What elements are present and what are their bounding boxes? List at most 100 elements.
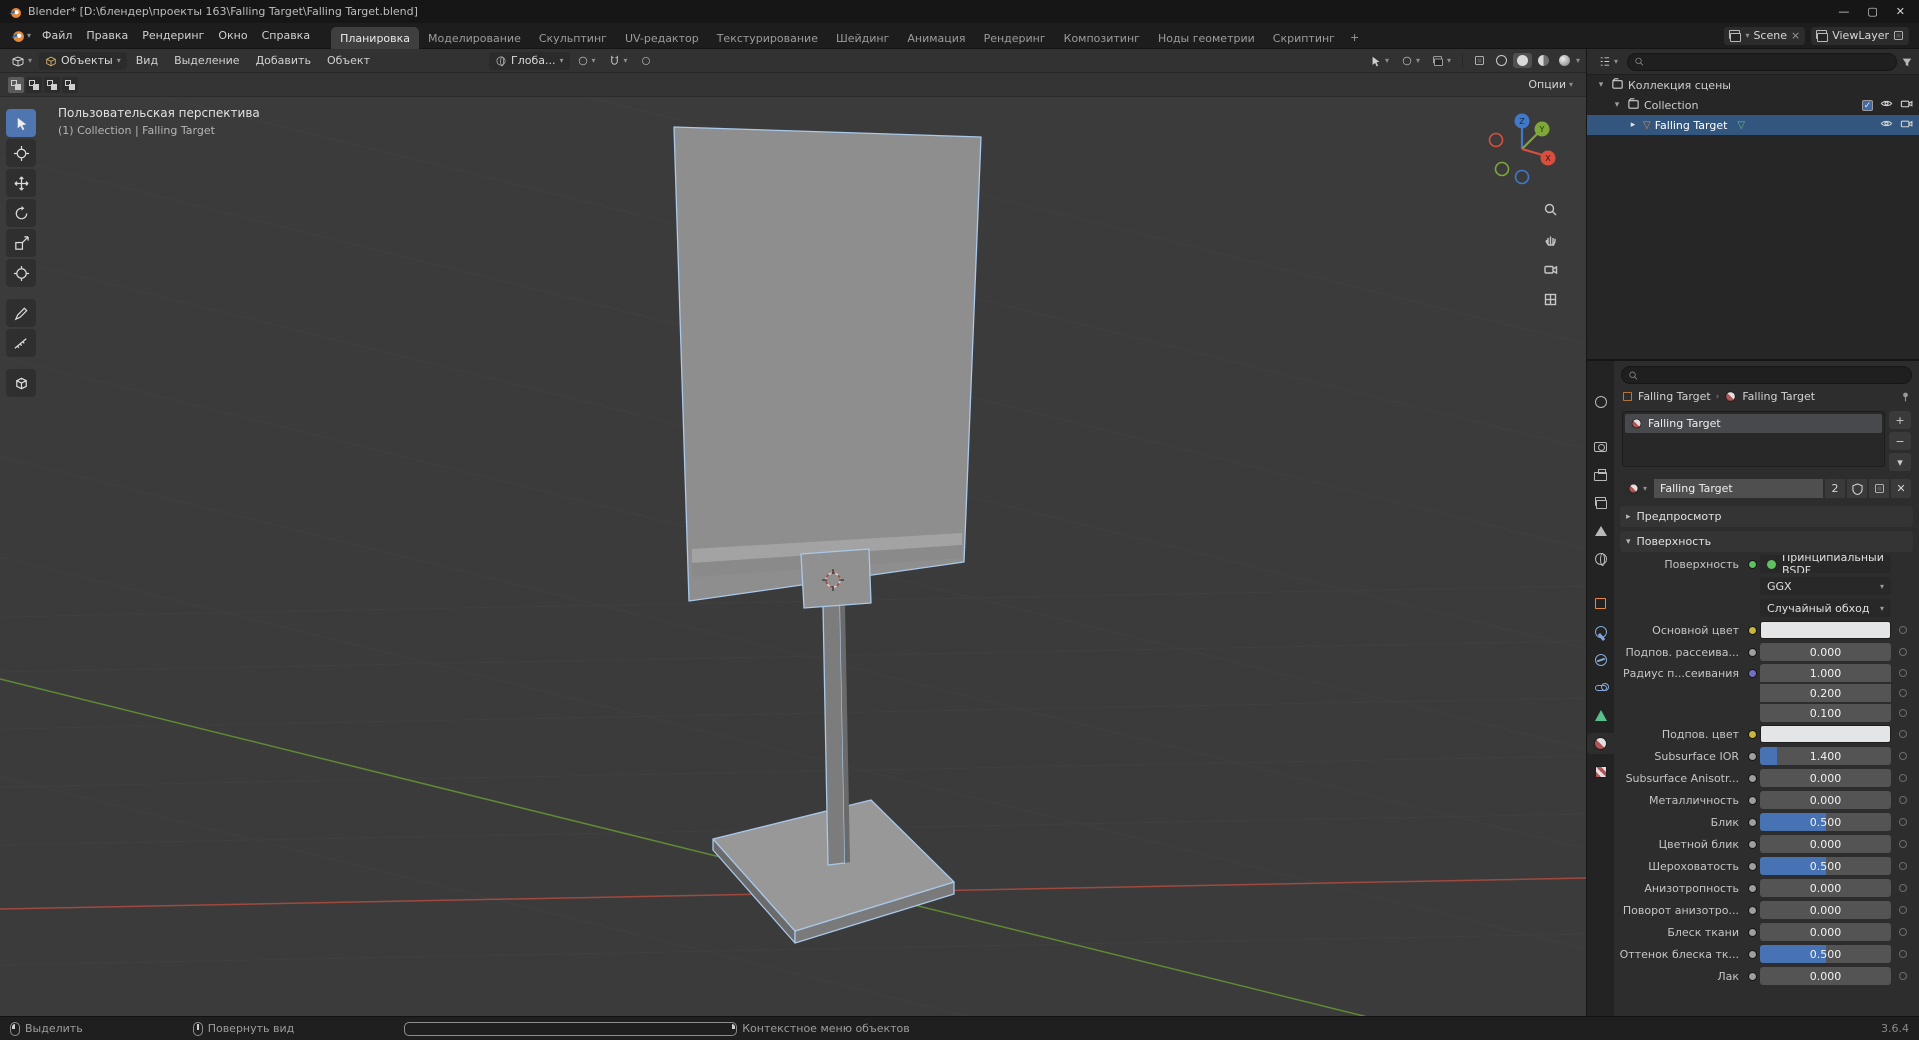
tool-add-cube[interactable] [6,369,36,397]
eye-icon[interactable] [1880,117,1893,133]
menu-help[interactable]: Справка [255,26,317,45]
outliner-row-collection[interactable]: ▾ Collection ✓ [1587,95,1919,115]
base-color-swatch[interactable] [1760,621,1891,639]
tool-rotate[interactable] [6,199,36,227]
tab-scene[interactable] [1587,520,1614,541]
snap-toggle[interactable]: ▾ [603,52,633,69]
tool-options-dropdown[interactable]: Опции ▾ [1523,76,1578,93]
decorator-dot[interactable] [1891,648,1915,656]
ortho-toggle-button[interactable] [1538,287,1562,311]
workspace-tab-layout[interactable]: Планировка [331,26,420,49]
decorator-dot[interactable] [1891,884,1915,892]
surface-shader-dropdown[interactable]: Принципиальный BSDF [1760,555,1891,573]
viewlayer-selector[interactable]: ViewLayer [1811,26,1909,45]
slot-list[interactable]: Falling Target [1622,411,1885,467]
workspace-tab-rendering[interactable]: Рендеринг [975,27,1055,49]
navigation-gizmo[interactable]: Z Y X [1476,103,1568,195]
users-count-button[interactable]: 2 [1825,479,1845,498]
properties-search[interactable] [1621,366,1912,384]
menu-file[interactable]: Файл [35,26,79,45]
disclosure-icon[interactable]: ▾ [1611,100,1623,110]
outliner-row-falling-target[interactable]: ▸ ▽ Falling Target ▽ [1587,115,1919,135]
anisotropic-rotation-slider[interactable]: 0.000 [1760,901,1891,919]
decorator-dot[interactable] [1891,818,1915,826]
select-mode-subtract-button[interactable] [44,76,60,93]
render-visibility-icon[interactable] [1900,97,1913,113]
disclosure-icon[interactable]: ▸ [1627,120,1639,130]
tool-cursor[interactable] [6,139,36,167]
outliner-row-scene-collection[interactable]: ▾ Коллекция сцены [1587,75,1919,95]
subsurface-anisotropy-slider[interactable]: 0.000 [1760,769,1891,787]
decorator-dot[interactable] [1891,774,1915,782]
new-material-button[interactable] [1869,479,1889,498]
editor-type-button[interactable]: ▾ [6,52,37,70]
shading-rendered-button[interactable] [1555,53,1574,68]
maximize-button[interactable]: ▢ [1867,5,1877,18]
specular-slider[interactable]: 0.500 [1760,813,1891,831]
gizmo-x-neg-axis[interactable] [1488,132,1504,148]
gizmos-dropdown[interactable]: ▾ [1396,53,1425,69]
workspace-tab-sculpting[interactable]: Скульптинг [530,27,616,49]
menu-window[interactable]: Окно [211,26,254,45]
subsurface-ior-slider[interactable]: 1.400 [1760,747,1891,765]
tab-material[interactable] [1587,733,1614,754]
breadcrumb-object[interactable]: Falling Target [1638,390,1711,403]
tab-object-data[interactable] [1587,705,1614,726]
tab-texture[interactable] [1587,761,1614,782]
gizmo-z-neg-axis[interactable] [1514,169,1530,185]
decorator-dot[interactable] [1891,950,1915,958]
tool-transform[interactable] [6,259,36,287]
mode-dropdown[interactable]: Объекты ▾ [39,51,127,70]
decorator-dot[interactable] [1891,752,1915,760]
render-visibility-icon[interactable] [1900,117,1913,133]
scene-3d[interactable] [0,97,1586,1016]
clearcoat-slider[interactable]: 0.000 [1760,967,1891,985]
workspace-tab-shading[interactable]: Шейдинг [827,27,898,49]
workspace-tab-texture[interactable]: Текстурирование [708,27,827,49]
disclosure-icon[interactable]: ▾ [1595,80,1607,90]
camera-view-button[interactable] [1538,257,1562,281]
shading-wireframe-button[interactable] [1492,53,1511,68]
proportional-editing-toggle[interactable] [635,53,657,69]
new-viewlayer-icon[interactable] [1894,31,1903,40]
subsurface-method-dropdown[interactable]: Случайный обход ▾ [1760,599,1891,617]
decorator-dot[interactable] [1891,972,1915,980]
decorator-dot[interactable] [1891,906,1915,914]
gizmo-y-neg-axis[interactable] [1494,161,1510,177]
add-slot-button[interactable]: + [1889,411,1911,429]
select-mode-extend-button[interactable] [26,76,42,93]
decorator-dot[interactable] [1891,928,1915,936]
eye-icon[interactable] [1880,97,1893,113]
outliner-search-input[interactable] [1648,55,1890,68]
falling-target-object[interactable] [673,126,982,944]
radius-y-field[interactable]: 0.200 [1760,684,1891,702]
tab-physics[interactable] [1587,649,1614,670]
pin-icon[interactable] [1900,391,1911,402]
tab-modifiers[interactable] [1587,621,1614,642]
select-mode-invert-button[interactable] [62,76,78,93]
overlays-dropdown[interactable]: ▾ [1427,53,1456,69]
pan-button[interactable] [1538,227,1562,251]
decorator-dot[interactable] [1891,709,1915,717]
workspace-tab-animation[interactable]: Анимация [898,27,974,49]
outliner-editor-type-button[interactable]: ▾ [1593,53,1623,70]
menu-edit[interactable]: Правка [79,26,135,45]
sheen-tint-slider[interactable]: 0.500 [1760,945,1891,963]
panel-preview[interactable]: ▸ Предпросмотр [1620,506,1913,527]
minimize-button[interactable]: — [1838,5,1849,18]
tool-measure[interactable] [6,329,36,357]
panel-surface[interactable]: ▾ Поверхность [1620,531,1913,552]
slot-item[interactable]: Falling Target [1625,414,1882,433]
shading-material-button[interactable] [1534,53,1553,68]
roughness-slider[interactable]: 0.500 [1760,857,1891,875]
subsurface-color-swatch[interactable] [1760,725,1891,743]
tab-render[interactable] [1587,436,1614,457]
remove-slot-button[interactable]: − [1889,432,1911,450]
metallic-slider[interactable]: 0.000 [1760,791,1891,809]
browse-material-button[interactable]: ▾ [1622,479,1653,498]
breadcrumb-material[interactable]: Falling Target [1742,390,1815,403]
slot-specials-button[interactable]: ▾ [1889,453,1911,471]
properties-search-input[interactable] [1642,369,1905,381]
shading-solid-button[interactable] [1512,53,1532,68]
decorator-dot[interactable] [1891,689,1915,697]
